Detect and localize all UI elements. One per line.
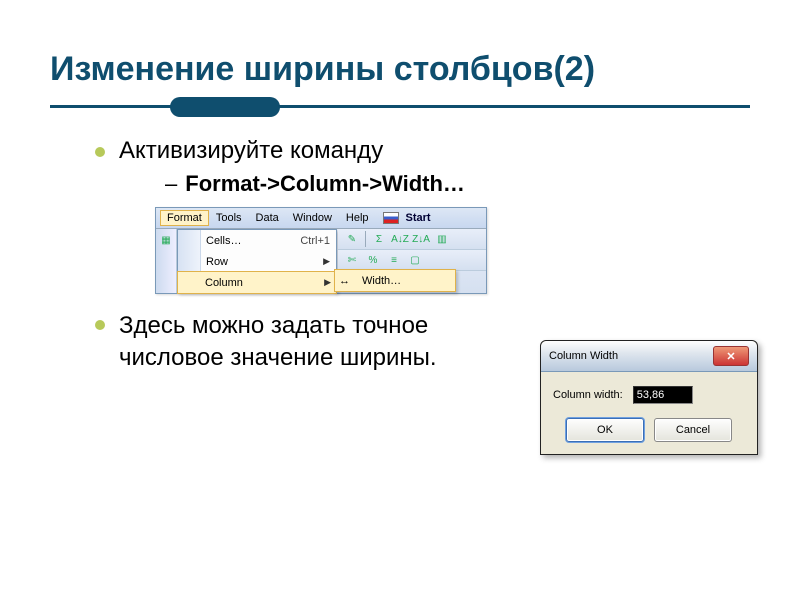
- menubar: Format Tools Data Window Help Start: [156, 208, 486, 229]
- borders-icon[interactable]: ▢: [407, 252, 423, 268]
- width-icon: ↔: [339, 275, 350, 287]
- menu-help[interactable]: Help: [339, 210, 376, 226]
- dialog-label: Column width:: [553, 389, 623, 401]
- bullet-icon: [95, 320, 105, 330]
- dash-icon: –: [165, 171, 177, 197]
- toolbar-right: ✎ Σ A↓Z Z↓A ▥ ✄ % ≡ ▢: [338, 229, 486, 269]
- menu-data[interactable]: Data: [249, 210, 286, 226]
- bullet-activate: Активизируйте команду: [95, 137, 750, 165]
- shortcut-label: Ctrl+1: [300, 235, 330, 247]
- toolbar-left-strip: ▦: [156, 229, 177, 293]
- sort-desc-icon[interactable]: Z↓A: [413, 231, 429, 247]
- indent-icon[interactable]: ≡: [386, 252, 402, 268]
- chevron-right-icon: ▶: [324, 277, 331, 288]
- menu-format[interactable]: Format: [160, 210, 209, 226]
- cut-icon[interactable]: ✄: [344, 252, 360, 268]
- menu-start[interactable]: Start: [376, 210, 438, 226]
- percent-icon[interactable]: %: [365, 252, 381, 268]
- sort-asc-icon[interactable]: A↓Z: [392, 231, 408, 247]
- close-icon: ✕: [726, 350, 735, 363]
- bullet-path: – Format->Column->Width…: [165, 171, 750, 197]
- format-dropdown: Cells… Ctrl+1 Row ▶ Column ▶: [177, 229, 337, 293]
- bullet-text: Активизируйте команду: [119, 137, 383, 165]
- ok-button[interactable]: OK: [566, 418, 644, 442]
- dialog-title-text: Column Width: [549, 350, 618, 362]
- chevron-right-icon: ▶: [323, 256, 330, 267]
- menu-screenshot: Format Tools Data Window Help Start ▦ Ce…: [155, 207, 487, 294]
- cancel-button[interactable]: Cancel: [654, 418, 732, 442]
- bullet-path-text: Format->Column->Width…: [185, 171, 465, 197]
- style-icon[interactable]: ✎: [344, 231, 360, 247]
- menu-tools[interactable]: Tools: [209, 210, 249, 226]
- column-submenu: ↔ Width…: [334, 269, 456, 292]
- format-cells-icon[interactable]: ▦: [158, 232, 174, 248]
- bullet-desc-text: Здесь можно задать точное числовое значе…: [119, 310, 525, 375]
- menu-window[interactable]: Window: [286, 210, 339, 226]
- dd-column[interactable]: Column ▶: [177, 271, 337, 294]
- dd-row[interactable]: Row ▶: [178, 251, 336, 272]
- slide-title: Изменение ширины столбцов(2): [50, 50, 750, 89]
- submenu-width[interactable]: ↔ Width…: [334, 269, 456, 292]
- flag-icon: [383, 212, 399, 224]
- dd-cells[interactable]: Cells… Ctrl+1: [178, 230, 336, 251]
- bullet-description: Здесь можно задать точное числовое значе…: [95, 310, 525, 375]
- column-width-input[interactable]: 53,86: [633, 386, 693, 404]
- close-button[interactable]: ✕: [713, 346, 749, 366]
- chart-icon[interactable]: ▥: [434, 231, 450, 247]
- sum-icon[interactable]: Σ: [371, 231, 387, 247]
- dialog-titlebar: Column Width ✕: [541, 341, 757, 372]
- bullet-icon: [95, 147, 105, 157]
- column-width-dialog: Column Width ✕ Column width: 53,86 OK Ca…: [540, 340, 758, 455]
- title-underline: [50, 97, 750, 117]
